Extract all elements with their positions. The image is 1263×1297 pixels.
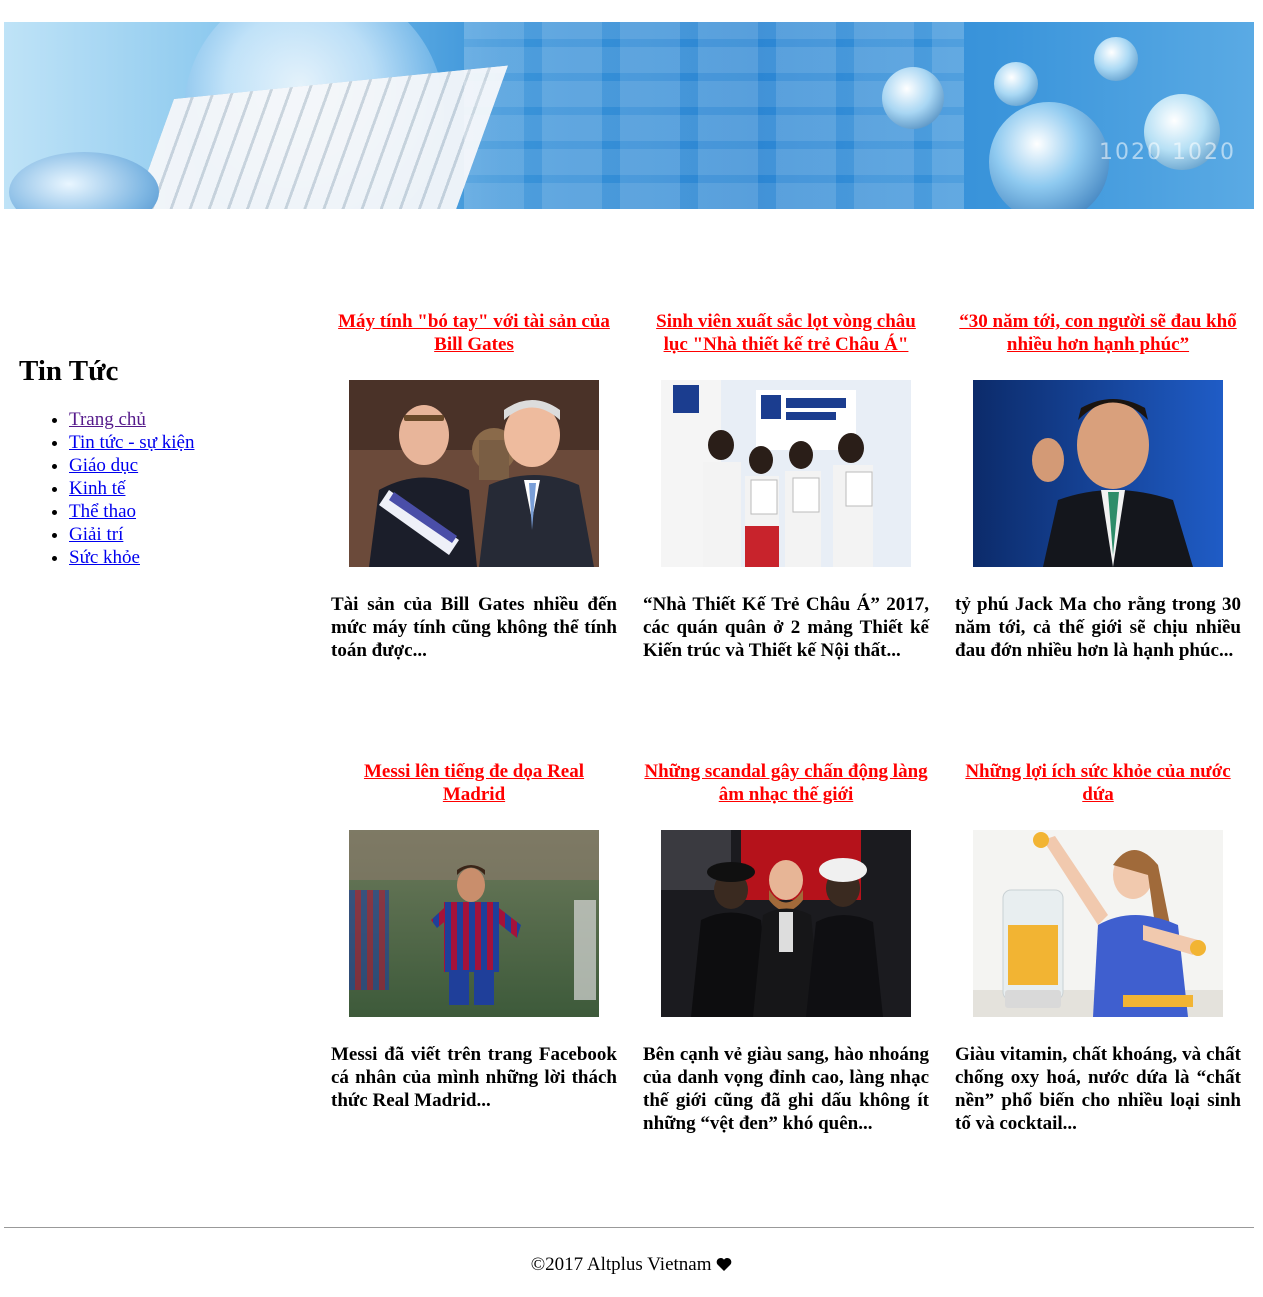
nav-link-entertainment[interactable]: Giải trí <box>69 524 123 545</box>
article-card: Những lợi ích sức khỏe của nước dứa Giàu… <box>955 760 1241 1134</box>
footer-divider <box>4 1227 1254 1228</box>
article-description: Bên cạnh vẻ giàu sang, hào nhoáng của da… <box>643 1044 929 1134</box>
article-card: Messi lên tiếng đe dọa Real Madrid Messi… <box>331 760 617 1111</box>
sidebar-item-sports: Thể thao <box>69 500 309 523</box>
article-title-link[interactable]: Sinh viên xuất sắc lọt vòng châu lục "Nh… <box>643 310 929 356</box>
article-description: Tài sản của Bill Gates nhiều đến mức máy… <box>331 594 617 661</box>
article-photo-bill-gates[interactable] <box>349 380 599 567</box>
article-photo-music-scandal[interactable] <box>661 830 911 1017</box>
nav-link-health[interactable]: Sức khỏe <box>69 547 140 568</box>
article-description: Messi đã viết trên trang Facebook cá nhâ… <box>331 1044 617 1111</box>
article-photo-pineapple-juice[interactable] <box>973 830 1223 1017</box>
header-banner-image: 1020 1020 <box>4 22 1254 209</box>
sidebar-item-entertainment: Giải trí <box>69 523 309 546</box>
sidebar-item-home: Trang chủ <box>69 408 309 431</box>
sidebar: Tin Tức Trang chủ Tin tức - sự kiện Giáo… <box>19 354 309 569</box>
article-title-link[interactable]: Máy tính "bó tay" với tài sản của Bill G… <box>331 310 617 356</box>
nav-link-economy[interactable]: Kinh tế <box>69 478 125 499</box>
article-description: “Nhà Thiết Kế Trẻ Châu Á” 2017, các quán… <box>643 594 929 661</box>
sidebar-nav: Trang chủ Tin tức - sự kiện Giáo dục Kin… <box>19 408 309 569</box>
footer: ©2017 Altplus Vietnam <box>0 1253 1263 1278</box>
article-card: Máy tính "bó tay" với tài sản của Bill G… <box>331 310 617 661</box>
article-card: “30 năm tới, con người sẽ đau khổ nhiều … <box>955 310 1241 661</box>
footer-copyright: ©2017 Altplus Vietnam <box>530 1254 712 1275</box>
nav-link-sports[interactable]: Thể thao <box>69 501 136 522</box>
article-photo-young-designers[interactable] <box>661 380 911 567</box>
article-photo-messi[interactable] <box>349 830 599 1017</box>
article-card: Những scandal gây chấn động làng âm nhạc… <box>643 760 929 1134</box>
sidebar-item-news-events: Tin tức - sự kiện <box>69 431 309 454</box>
nav-link-home[interactable]: Trang chủ <box>69 409 146 430</box>
sidebar-item-education: Giáo dục <box>69 454 309 477</box>
article-title-link[interactable]: “30 năm tới, con người sẽ đau khổ nhiều … <box>955 310 1241 356</box>
article-card: Sinh viên xuất sắc lọt vòng châu lục "Nh… <box>643 310 929 661</box>
article-title-link[interactable]: Messi lên tiếng đe dọa Real Madrid <box>331 760 617 806</box>
article-title-link[interactable]: Những lợi ích sức khỏe của nước dứa <box>955 760 1241 806</box>
article-description: Giàu vitamin, chất khoáng, và chất chống… <box>955 1044 1241 1134</box>
article-description: tỷ phú Jack Ma cho rằng trong 30 năm tới… <box>955 594 1241 661</box>
article-photo-jack-ma[interactable] <box>973 380 1223 567</box>
sidebar-item-economy: Kinh tế <box>69 477 309 500</box>
sidebar-title: Tin Tức <box>19 355 119 387</box>
article-title-link[interactable]: Những scandal gây chấn động làng âm nhạc… <box>643 760 929 806</box>
heart-icon <box>716 1255 732 1278</box>
nav-link-education[interactable]: Giáo dục <box>69 455 138 476</box>
sidebar-item-health: Sức khỏe <box>69 546 309 569</box>
nav-link-news-events[interactable]: Tin tức - sự kiện <box>69 432 194 453</box>
